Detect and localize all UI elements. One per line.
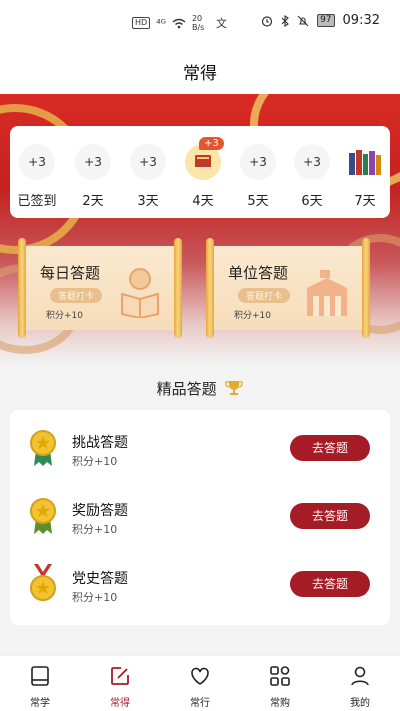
scroll-rod — [18, 238, 26, 338]
grid-icon — [270, 666, 290, 686]
quiz-points: 积分+10 — [72, 523, 118, 536]
scroll-rod — [206, 238, 214, 338]
tab-label: 常学 — [30, 698, 50, 709]
trophy-icon — [225, 381, 244, 395]
daily-quiz-card[interactable]: 每日答题 答题打卡 积分+10 — [14, 238, 186, 338]
quiz-name: 党史答题 — [72, 571, 128, 587]
alarm-icon — [261, 15, 273, 27]
start-quiz-button[interactable]: 去答题 — [290, 571, 370, 597]
sign-day-7[interactable]: 7天 — [347, 144, 383, 209]
bluetooth-icon — [281, 14, 289, 27]
quiz-name: 奖励答题 — [72, 503, 128, 519]
hd-badge: HD — [132, 17, 151, 29]
day-label: 6天 — [301, 194, 323, 209]
battery-indicator: 97 — [317, 14, 335, 27]
sign-day-1[interactable]: +3 已签到 — [17, 144, 57, 209]
unit-quiz-card[interactable]: 单位答题 答题打卡 积分+10 — [202, 238, 374, 338]
network-speed: 20 B/s — [191, 14, 205, 32]
day-points: +3 — [294, 144, 330, 180]
list-item: 党史答题 积分+10 去答题 — [10, 546, 390, 614]
sign-day-4[interactable]: +3 4天 — [185, 137, 224, 209]
medal-icon — [30, 498, 56, 534]
reading-person-icon — [121, 268, 159, 318]
quiz-points: 积分+10 — [72, 455, 118, 468]
heart-icon — [191, 667, 209, 685]
book-icon — [195, 155, 211, 169]
tab-label: 我的 — [350, 698, 370, 709]
tab-label: 常得 — [110, 698, 130, 709]
scroll-rod — [174, 238, 182, 338]
section-title-text: 精品答题 — [156, 380, 217, 398]
day-label: 4天 — [192, 194, 214, 209]
day-label: 7天 — [354, 194, 376, 209]
page-title: 常得 — [183, 64, 217, 84]
book-icon — [31, 666, 49, 686]
day-points: +3 — [240, 144, 276, 180]
tab-label: 常行 — [190, 698, 210, 709]
day-label: 已签到 — [17, 194, 57, 209]
start-quiz-button[interactable]: 去答题 — [290, 435, 370, 461]
card-chip: 答题打卡 — [238, 288, 291, 303]
bonus-tag: +3 — [199, 137, 224, 150]
clock: 09:32 — [342, 13, 380, 28]
card-title: 单位答题 — [228, 264, 289, 282]
medal-icon — [30, 430, 56, 466]
day-points: +3 — [75, 144, 111, 180]
edit-icon — [111, 667, 129, 685]
ime-indicator: 文 — [215, 17, 227, 30]
scroll-rod — [362, 238, 370, 338]
bottom-tab-bar: 常学 常得 常行 常购 我的 — [0, 655, 400, 711]
page-header: 常得 — [0, 44, 400, 94]
day-label: 3天 — [137, 194, 159, 209]
sign-day-3[interactable]: +3 3天 — [130, 144, 166, 209]
building-icon — [307, 270, 347, 316]
sign-day-5[interactable]: +3 5天 — [240, 144, 276, 209]
tab-act[interactable]: 常行 — [180, 664, 220, 709]
sign-day-2[interactable]: +3 2天 — [75, 144, 111, 209]
day-points: +3 — [130, 144, 166, 180]
wifi-icon — [172, 18, 186, 28]
status-bar: HD ⁴ᴳ 20 B/s 文 97 09:32 — [0, 0, 400, 44]
day-label: 5天 — [247, 194, 269, 209]
list-item: 挑战答题 积分+10 去答题 — [10, 410, 390, 478]
day-reward — [347, 144, 383, 180]
premium-quiz-list: 挑战答题 积分+10 去答题 奖励答题 积分+10 去答题 党史答题 积分+10… — [10, 410, 390, 625]
sign-in-card: +3 已签到 +3 2天 +3 3天 +3 4天 +3 5天 +3 6天 7天 — [10, 126, 390, 218]
card-points: 积分+10 — [46, 311, 83, 321]
quiz-name: 挑战答题 — [72, 435, 128, 451]
user-icon — [351, 666, 369, 686]
card-points: 积分+10 — [234, 311, 271, 321]
card-title: 每日答题 — [40, 264, 101, 282]
list-item: 奖励答题 积分+10 去答题 — [10, 478, 390, 546]
books-icon — [349, 150, 381, 175]
start-quiz-button[interactable]: 去答题 — [290, 503, 370, 529]
signal-indicator: ⁴ᴳ — [156, 16, 166, 30]
quiz-points: 积分+10 — [72, 591, 118, 604]
sign-day-6[interactable]: +3 6天 — [294, 144, 330, 209]
medal-icon — [30, 564, 56, 601]
mute-icon — [297, 15, 309, 26]
day-label: 2天 — [82, 194, 104, 209]
section-title: 精品答题 — [0, 378, 400, 399]
day-points: +3 — [19, 144, 55, 180]
tab-mine[interactable]: 我的 — [340, 664, 380, 709]
tab-study[interactable]: 常学 — [20, 664, 60, 709]
tab-earn[interactable]: 常得 — [100, 664, 140, 709]
tab-shop[interactable]: 常购 — [260, 664, 300, 709]
tab-label: 常购 — [270, 698, 290, 709]
card-chip: 答题打卡 — [50, 288, 103, 303]
